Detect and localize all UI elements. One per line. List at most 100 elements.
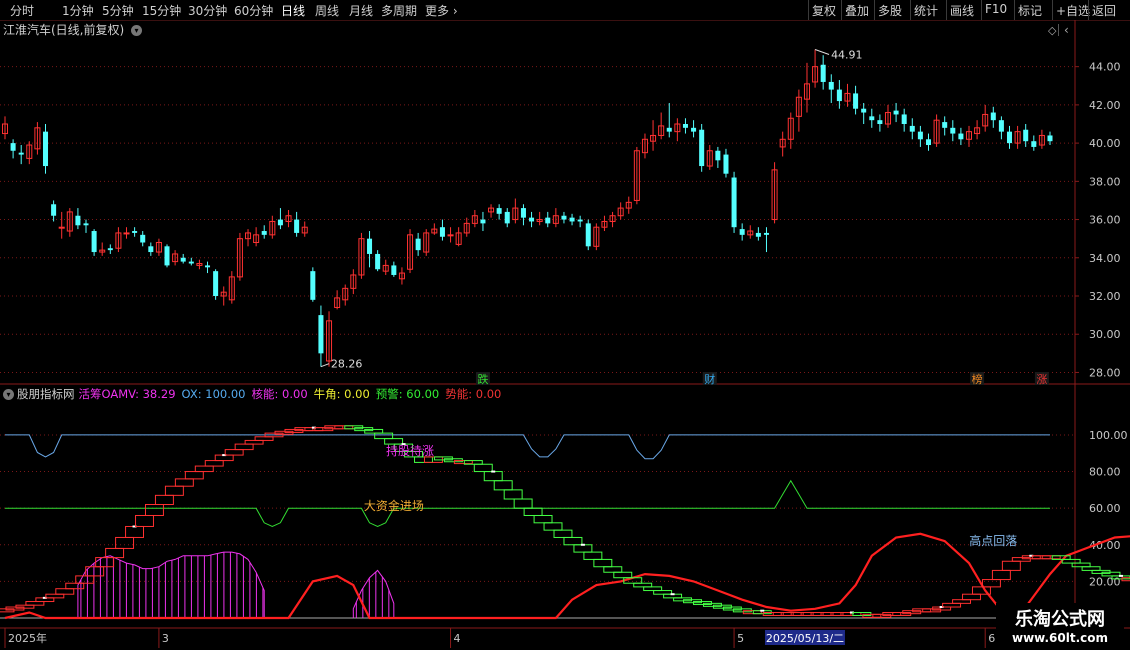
- candle-body: [318, 315, 324, 354]
- period-tab-0[interactable]: 分时: [10, 2, 34, 19]
- oamv-box: [553, 529, 573, 538]
- candle-body: [42, 131, 49, 167]
- event-marker: 榜: [972, 372, 983, 386]
- oamv-box: [1081, 566, 1101, 571]
- candle-body: [140, 234, 146, 243]
- collapse-icon: ‹: [1064, 23, 1069, 37]
- oamv-box: [1011, 557, 1031, 562]
- period-tab-3[interactable]: 15分钟: [142, 2, 181, 19]
- indicator-value-4: 预警: 60.00: [375, 387, 440, 401]
- period-tab-8[interactable]: 月线: [349, 2, 373, 19]
- annotation-pullback: 高点回落: [969, 533, 1017, 548]
- oamv-box: [364, 428, 384, 434]
- candle-body: [439, 227, 445, 237]
- nuclear-outline: [352, 569, 395, 619]
- candle-body: [715, 150, 721, 161]
- toolbar-button-0[interactable]: 复权: [812, 2, 836, 19]
- toolbar-button-1[interactable]: 叠加: [845, 2, 869, 19]
- oamv-box: [942, 602, 962, 608]
- period-tab-1[interactable]: 1分钟: [62, 2, 94, 19]
- candle-body: [723, 154, 729, 174]
- period-tab-9[interactable]: 多周期: [381, 2, 417, 19]
- oamv-box: [952, 599, 972, 604]
- indicator-toggle-icon[interactable]: ▾: [3, 389, 14, 400]
- oamv-box: [962, 593, 981, 601]
- toolbar-button-5[interactable]: F10: [985, 2, 1007, 16]
- candle-body: [731, 177, 737, 228]
- toolbar-separator: [910, 0, 911, 20]
- candle-body: [447, 234, 454, 237]
- candle-body: [828, 81, 834, 90]
- indicator-axis-label: 60.00: [1089, 502, 1121, 515]
- oamv-box: [563, 536, 583, 546]
- date-axis-label: 3: [162, 632, 169, 645]
- chart-area[interactable]: 44.00 42.00 40.00 38.00 36.00 34.00 32.00 30.00…: [0, 20, 1130, 650]
- indicator-axis-label: 100.00: [1089, 429, 1128, 442]
- period-tab-7[interactable]: 周线: [315, 2, 339, 19]
- candle-body: [893, 110, 899, 115]
- candle-body: [75, 215, 81, 226]
- candle-body: [132, 231, 138, 233]
- period-tab-2[interactable]: 5分钟: [102, 2, 134, 19]
- indicator-value-1: OX: 100.00: [181, 387, 246, 401]
- high-pointer: [814, 48, 830, 55]
- oamv-marker: [760, 609, 765, 612]
- period-tab-5[interactable]: 60分钟: [234, 2, 273, 19]
- annotation-hold: 持股待涨: [386, 443, 434, 458]
- candle-body: [925, 139, 931, 146]
- candle-body: [310, 271, 316, 300]
- toolbar-separator: [841, 0, 842, 20]
- period-tab-6[interactable]: 日线: [281, 2, 305, 19]
- toolbar-button-2[interactable]: 多股: [878, 2, 902, 19]
- low-price-label: 28.26: [331, 358, 363, 371]
- price-axis-label: 28.00: [1089, 366, 1121, 379]
- candle-body: [1047, 135, 1053, 142]
- price-axis-label: 34.00: [1089, 252, 1121, 265]
- candle-body: [877, 120, 883, 124]
- oamv-box: [25, 601, 45, 606]
- oamv-box: [164, 485, 184, 496]
- oamv-box: [55, 588, 75, 595]
- candle-body: [861, 108, 867, 113]
- annotation-capital: 大资金进场: [364, 498, 424, 513]
- candle-body: [148, 246, 154, 253]
- oamv-box: [613, 571, 633, 579]
- candle-body: [205, 265, 211, 268]
- oamv-box: [981, 579, 1001, 588]
- event-marker: 财: [704, 372, 715, 386]
- oamv-marker: [1118, 574, 1123, 577]
- candle-body: [391, 265, 397, 275]
- candle-body: [577, 219, 583, 222]
- oamv-box: [125, 525, 144, 538]
- date-axis-label: 4: [454, 632, 461, 645]
- candle-body: [682, 124, 688, 128]
- toolbar-separator: [1014, 0, 1015, 20]
- toolbar-button-3[interactable]: 统计: [914, 2, 938, 19]
- period-tab-4[interactable]: 30分钟: [188, 2, 227, 19]
- candle-body: [51, 204, 57, 216]
- oamv-box: [643, 586, 663, 592]
- oamv-box: [1061, 558, 1081, 564]
- indicator-name: 股朋指标网: [17, 387, 75, 401]
- oamv-box: [184, 471, 204, 480]
- toolbar-button-8[interactable]: 返回: [1092, 2, 1116, 19]
- price-axis-label: 44.00: [1089, 61, 1121, 74]
- price-axis-label: 36.00: [1089, 214, 1121, 227]
- candle-body: [569, 217, 575, 222]
- toolbar-separator: [1052, 0, 1053, 20]
- low-pointer: [320, 363, 330, 368]
- toolbar-button-7[interactable]: +自选: [1056, 2, 1090, 19]
- oamv-box: [483, 471, 503, 482]
- candle-body: [58, 226, 65, 229]
- toolbar-button-6[interactable]: 标记: [1018, 2, 1042, 19]
- candle-body: [869, 116, 875, 121]
- candle-body: [91, 231, 97, 253]
- period-tab-10[interactable]: 更多 ›: [425, 2, 458, 19]
- date-axis-label: 6: [988, 632, 995, 645]
- indicator-axis-label: 20.00: [1089, 575, 1121, 588]
- indicator-value-5: 势能: 0.00: [445, 387, 502, 401]
- toolbar-button-4[interactable]: 画线: [950, 2, 974, 19]
- candle-body: [277, 219, 283, 226]
- shineng-line: [4, 532, 1130, 620]
- candle-body: [375, 253, 381, 270]
